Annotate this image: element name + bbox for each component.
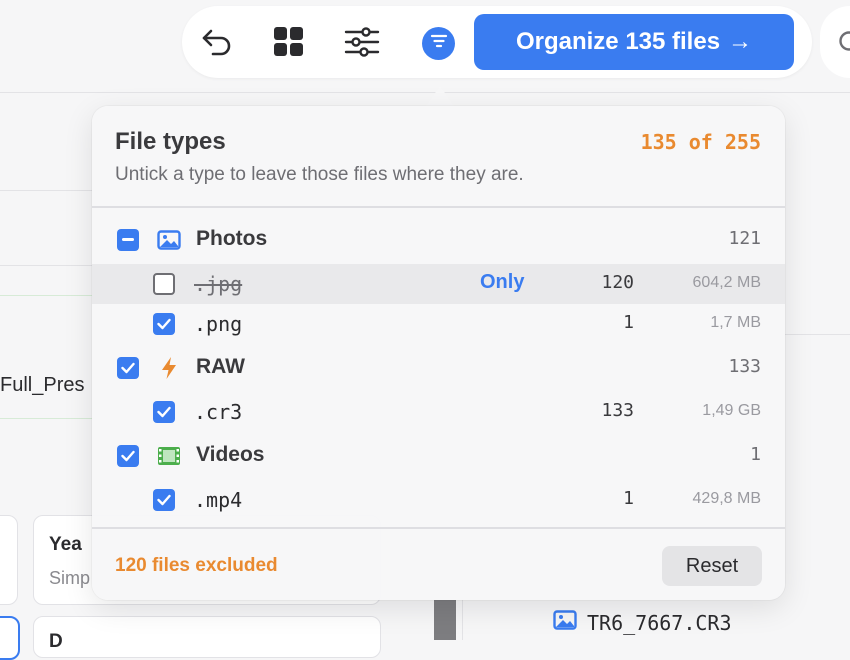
group-label: Videos xyxy=(196,443,264,467)
grid-view-button[interactable] xyxy=(271,26,307,62)
search-button[interactable] xyxy=(820,6,850,78)
background-file-row[interactable]: TR6_7667.CR3 xyxy=(553,610,732,635)
ext-count: 1 xyxy=(582,488,634,509)
ext-row-cr3[interactable]: .cr3 133 1,49 GB xyxy=(92,392,785,432)
bolt-icon xyxy=(156,356,182,380)
undo-button[interactable] xyxy=(199,26,235,62)
ext-label: .jpg xyxy=(194,272,242,296)
divider xyxy=(92,206,785,208)
ext-label: .png xyxy=(194,312,242,336)
ext-size: 604,2 MB xyxy=(693,274,761,292)
ext-row-png[interactable]: .png 1 1,7 MB xyxy=(92,304,785,344)
ext-size: 429,8 MB xyxy=(693,490,761,508)
checkmark-icon xyxy=(157,318,171,330)
group-count: 1 xyxy=(750,444,761,465)
image-icon xyxy=(156,228,182,252)
search-icon xyxy=(838,30,850,61)
group-count: 121 xyxy=(728,228,761,249)
organize-files-button[interactable]: Organize 135 files → xyxy=(474,14,794,70)
excluded-count: 120 files excluded xyxy=(115,555,278,577)
checkbox-jpg[interactable] xyxy=(153,273,175,295)
checkmark-icon xyxy=(121,362,135,374)
background-filename: Full_Pres xyxy=(0,374,84,397)
checkmark-icon xyxy=(157,406,171,418)
film-icon xyxy=(156,444,182,468)
undo-icon xyxy=(200,27,234,62)
file-types-popover: File types 135 of 255 Untick a type to l… xyxy=(92,106,785,600)
arrow-right-icon: → xyxy=(728,28,752,56)
checkbox-png[interactable] xyxy=(153,313,175,335)
group-count: 133 xyxy=(728,356,761,377)
ext-count: 133 xyxy=(582,400,634,421)
group-label: RAW xyxy=(196,355,245,379)
image-icon xyxy=(553,610,577,635)
group-row-photos[interactable]: Photos 121 xyxy=(92,220,785,260)
grid-icon xyxy=(273,26,305,63)
filter-button[interactable] xyxy=(422,27,455,60)
toolbar: Organize 135 files → xyxy=(182,6,812,78)
scrollbar-thumb[interactable] xyxy=(434,600,456,640)
ext-count: 120 xyxy=(582,272,634,293)
checkbox-photos[interactable] xyxy=(117,229,139,251)
reset-button[interactable]: Reset xyxy=(662,546,762,586)
settings-button[interactable] xyxy=(344,26,380,62)
card-subtitle: Simp xyxy=(49,568,90,589)
background-card xyxy=(0,515,18,605)
group-row-videos[interactable]: Videos 1 xyxy=(92,436,785,476)
checkbox-mp4[interactable] xyxy=(153,489,175,511)
popover-subtitle: Untick a type to leave those files where… xyxy=(115,164,524,186)
ext-row-mp4[interactable]: .mp4 1 429,8 MB xyxy=(92,480,785,520)
group-label: Photos xyxy=(196,227,267,251)
checkbox-raw[interactable] xyxy=(117,357,139,379)
divider xyxy=(785,334,850,335)
organize-label: Organize 135 files xyxy=(516,28,720,56)
filter-icon xyxy=(430,34,448,53)
divider xyxy=(0,265,92,266)
ext-count: 1 xyxy=(582,312,634,333)
divider xyxy=(0,92,850,93)
checkbox-cr3[interactable] xyxy=(153,401,175,423)
ext-label: .cr3 xyxy=(194,400,242,424)
popover-arrow xyxy=(426,86,454,106)
dash-icon xyxy=(122,238,134,242)
popover-title: File types xyxy=(115,128,226,156)
selected-count: 135 of 255 xyxy=(641,130,761,154)
ext-size: 1,7 MB xyxy=(710,314,761,332)
card-title: Yea xyxy=(49,534,82,556)
checkbox-videos[interactable] xyxy=(117,445,139,467)
ext-label: .mp4 xyxy=(194,488,242,512)
checkmark-icon xyxy=(121,450,135,462)
file-name: TR6_7667.CR3 xyxy=(587,611,732,635)
background-card-selected[interactable] xyxy=(0,616,20,660)
divider xyxy=(0,295,92,296)
ext-size: 1,49 GB xyxy=(702,402,761,420)
divider xyxy=(92,527,785,529)
only-button[interactable]: Only xyxy=(480,271,524,294)
divider xyxy=(0,190,92,191)
card-title: D xyxy=(49,631,63,653)
checkmark-icon xyxy=(157,494,171,506)
background-card[interactable]: D xyxy=(33,616,381,658)
divider xyxy=(0,418,92,419)
sliders-icon xyxy=(344,27,380,62)
ext-row-jpg[interactable]: .jpg Only 120 604,2 MB xyxy=(92,264,785,304)
divider xyxy=(462,600,463,640)
group-row-raw[interactable]: RAW 133 xyxy=(92,348,785,388)
